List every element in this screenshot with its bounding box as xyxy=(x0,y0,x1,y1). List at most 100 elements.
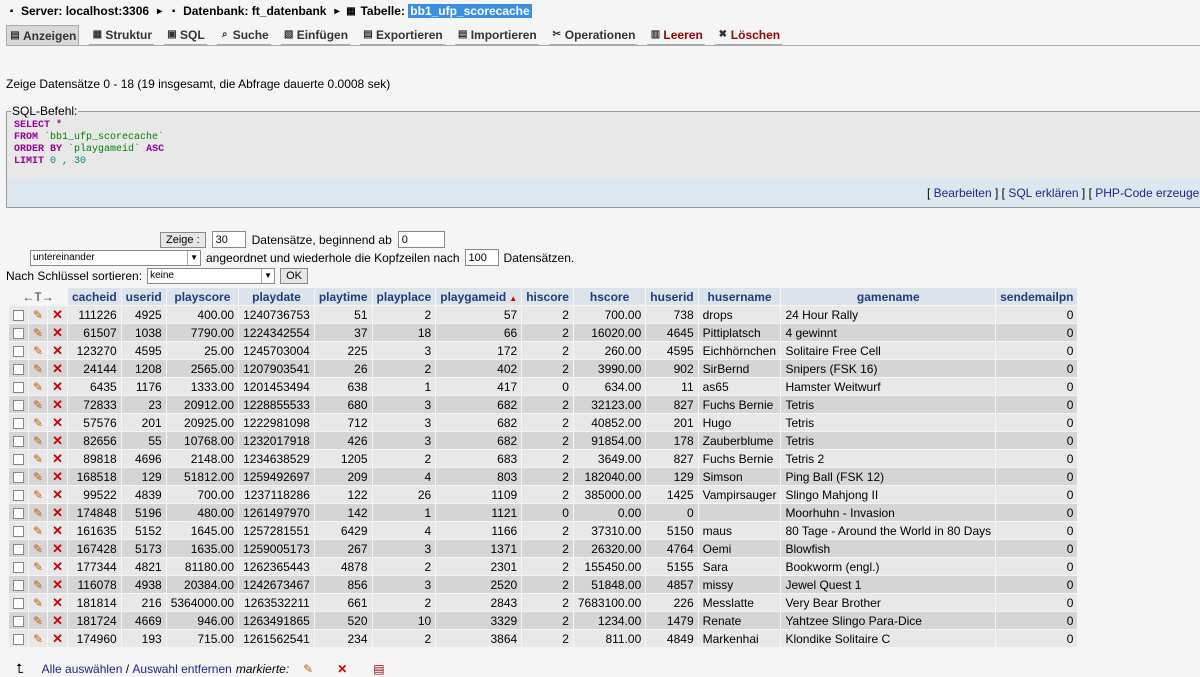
column-header-playscore[interactable]: playscore xyxy=(166,288,239,305)
column-header-gamename[interactable]: gamename xyxy=(781,288,996,305)
row-checkbox[interactable] xyxy=(9,486,28,503)
row-delete-button[interactable]: ✕ xyxy=(48,432,67,449)
tab-operationen[interactable]: ✂ Operationen xyxy=(548,25,638,45)
delete-marked-icon[interactable]: ✕ xyxy=(337,662,347,676)
show-button[interactable]: Zeige : xyxy=(160,231,206,248)
row-checkbox[interactable] xyxy=(9,360,28,377)
ok-button[interactable]: OK xyxy=(280,268,308,284)
row-edit-button[interactable]: ✎ xyxy=(29,558,48,575)
column-header-cacheid[interactable]: cacheid xyxy=(67,288,121,305)
row-delete-button[interactable]: ✕ xyxy=(48,342,67,359)
row-delete-button[interactable]: ✕ xyxy=(48,306,67,323)
row-edit-button[interactable]: ✎ xyxy=(29,324,48,341)
row-edit-button[interactable]: ✎ xyxy=(29,576,48,593)
column-header-sendemailpn[interactable]: sendemailpn xyxy=(996,288,1078,305)
column-header-playplace[interactable]: playplace xyxy=(372,288,436,305)
column-header-hscore[interactable]: hscore xyxy=(573,288,646,305)
row-edit-button[interactable]: ✎ xyxy=(29,306,48,323)
row-edit-button[interactable]: ✎ xyxy=(29,504,48,521)
row-edit-button[interactable]: ✎ xyxy=(29,432,48,449)
breadcrumb-server[interactable]: ▪ Server: localhost:3306 xyxy=(6,4,149,18)
database-link[interactable]: Datenbank: ft_datenbank xyxy=(183,4,326,18)
row-delete-button[interactable]: ✕ xyxy=(48,486,67,503)
tab-exportieren[interactable]: ▤ Exportieren xyxy=(360,25,445,45)
row-checkbox[interactable] xyxy=(9,504,28,521)
row-checkbox[interactable] xyxy=(9,324,28,341)
row-edit-button[interactable]: ✎ xyxy=(29,630,48,647)
row-edit-button[interactable]: ✎ xyxy=(29,378,48,395)
row-delete-button[interactable]: ✕ xyxy=(48,414,67,431)
tab-importieren[interactable]: ▤ Importieren xyxy=(454,25,539,45)
edit-sql-link[interactable]: Bearbeiten xyxy=(934,186,992,200)
breadcrumb-table[interactable]: ▦ Tabelle: bb1_ufp_scorecache xyxy=(345,4,532,18)
row-delete-button[interactable]: ✕ xyxy=(48,468,67,485)
tab-suche[interactable]: ⌕ Suche xyxy=(216,25,271,45)
column-header-playtime[interactable]: playtime xyxy=(314,288,372,305)
row-checkbox[interactable] xyxy=(9,450,28,467)
tab-einfügen[interactable]: ▧ Einfügen xyxy=(280,25,351,45)
row-checkbox[interactable] xyxy=(9,468,28,485)
column-header-userid[interactable]: userid xyxy=(121,288,166,305)
row-checkbox[interactable] xyxy=(9,306,28,323)
row-edit-button[interactable]: ✎ xyxy=(29,450,48,467)
row-checkbox[interactable] xyxy=(9,540,28,557)
column-header-playdate[interactable]: playdate xyxy=(239,288,314,305)
row-edit-button[interactable]: ✎ xyxy=(29,540,48,557)
row-delete-button[interactable]: ✕ xyxy=(48,450,67,467)
row-checkbox[interactable] xyxy=(9,396,28,413)
tab-struktur[interactable]: ▦ Struktur xyxy=(89,25,155,45)
row-checkbox[interactable] xyxy=(9,414,28,431)
sort-key-select[interactable]: keine ▼ xyxy=(147,268,276,284)
tab-leeren[interactable]: ▥ Leeren xyxy=(647,25,705,45)
repeat-input[interactable] xyxy=(464,249,499,266)
row-edit-button[interactable]: ✎ xyxy=(29,396,48,413)
row-edit-button[interactable]: ✎ xyxy=(29,612,48,629)
row-delete-button[interactable]: ✕ xyxy=(48,612,67,629)
column-header-husername[interactable]: husername xyxy=(698,288,781,305)
row-delete-button[interactable]: ✕ xyxy=(48,378,67,395)
row-checkbox[interactable] xyxy=(9,558,28,575)
row-checkbox[interactable] xyxy=(9,576,28,593)
tab-sql[interactable]: ▣ SQL xyxy=(164,25,207,45)
table-name-link[interactable]: bb1_ufp_scorecache xyxy=(408,4,532,18)
row-delete-button[interactable]: ✕ xyxy=(48,630,67,647)
row-delete-button[interactable]: ✕ xyxy=(48,324,67,341)
row-edit-button[interactable]: ✎ xyxy=(29,468,48,485)
row-delete-button[interactable]: ✕ xyxy=(48,558,67,575)
row-delete-button[interactable]: ✕ xyxy=(48,522,67,539)
column-control-header[interactable]: ←T→ xyxy=(9,288,67,305)
display-mode-select[interactable]: untereinander ▼ xyxy=(30,249,201,266)
tab-löschen[interactable]: ✖ Löschen xyxy=(714,25,783,45)
php-code-link[interactable]: PHP-Code erzeugen xyxy=(1095,186,1200,200)
row-edit-button[interactable]: ✎ xyxy=(29,414,48,431)
column-header-hiscore[interactable]: hiscore xyxy=(522,288,573,305)
export-marked-icon[interactable]: ▤ xyxy=(373,662,384,676)
edit-marked-icon[interactable]: ✎ xyxy=(303,662,313,676)
explain-sql-link[interactable]: SQL erklären xyxy=(1008,186,1078,200)
start-input[interactable] xyxy=(397,231,445,248)
column-header-huserid[interactable]: huserid xyxy=(646,288,698,305)
row-checkbox[interactable] xyxy=(9,594,28,611)
row-delete-button[interactable]: ✕ xyxy=(48,594,67,611)
row-checkbox[interactable] xyxy=(9,432,28,449)
row-edit-button[interactable]: ✎ xyxy=(29,486,48,503)
row-delete-button[interactable]: ✕ xyxy=(48,504,67,521)
row-edit-button[interactable]: ✎ xyxy=(29,594,48,611)
row-delete-button[interactable]: ✕ xyxy=(48,360,67,377)
select-all-link[interactable]: Alle auswählen xyxy=(42,662,123,676)
row-checkbox[interactable] xyxy=(9,378,28,395)
row-edit-button[interactable]: ✎ xyxy=(29,360,48,377)
row-edit-button[interactable]: ✎ xyxy=(29,342,48,359)
rows-input[interactable] xyxy=(211,231,246,248)
row-checkbox[interactable] xyxy=(9,630,28,647)
row-delete-button[interactable]: ✕ xyxy=(48,540,67,557)
row-delete-button[interactable]: ✕ xyxy=(48,576,67,593)
server-link[interactable]: Server: localhost:3306 xyxy=(21,4,149,18)
column-header-playgameid[interactable]: playgameid ▲ xyxy=(436,288,522,305)
row-delete-button[interactable]: ✕ xyxy=(48,396,67,413)
breadcrumb-database[interactable]: ▪ Datenbank: ft_datenbank xyxy=(168,4,327,18)
tab-anzeigen[interactable]: ▤ Anzeigen xyxy=(6,25,80,45)
row-checkbox[interactable] xyxy=(9,342,28,359)
row-checkbox[interactable] xyxy=(9,522,28,539)
deselect-all-link[interactable]: Auswahl entfernen xyxy=(132,662,231,676)
